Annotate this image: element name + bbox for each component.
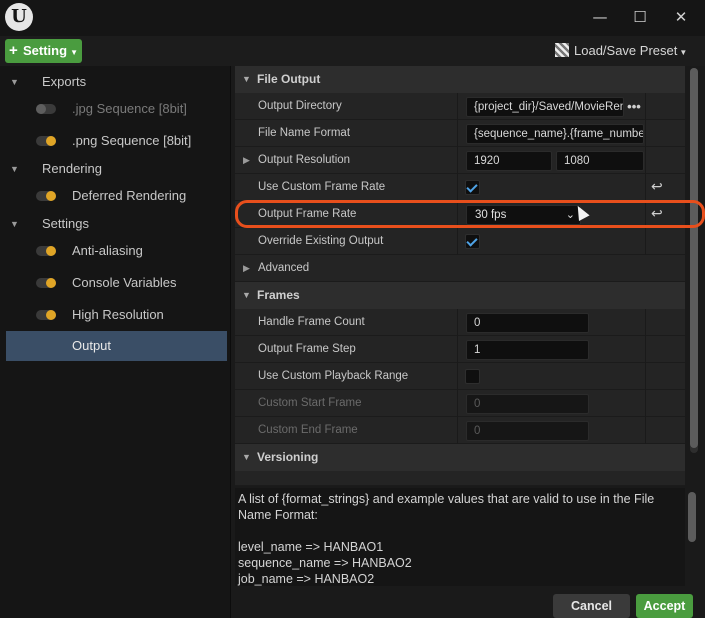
minimize-icon[interactable]: —: [587, 6, 613, 28]
enable-toggle[interactable]: [36, 310, 56, 320]
load-save-preset-button[interactable]: Load/Save Preset ▼: [555, 41, 687, 61]
toolbar: + Setting ▼ Load/Save Preset ▼: [0, 36, 705, 66]
accept-button[interactable]: Accept: [636, 594, 693, 618]
row-file-name-format: File Name Format {sequence_name}.{frame_…: [235, 120, 685, 147]
footer-bar: [235, 588, 705, 618]
category-rendering[interactable]: ▼ Rendering: [0, 155, 231, 183]
cancel-button[interactable]: Cancel: [553, 594, 630, 618]
caret-down-icon: ▼: [679, 48, 688, 57]
resolution-width-input[interactable]: 1920: [466, 151, 552, 171]
row-version-number-partial: [235, 471, 685, 486]
enable-toggle[interactable]: [36, 191, 56, 201]
row-output-directory: Output Directory {project_dir}/Saved/Mov…: [235, 93, 685, 120]
row-output-frame-rate: Output Frame Rate 30 fps ⌄ ↩: [235, 201, 685, 228]
output-frame-rate-dropdown[interactable]: 30 fps ⌄: [466, 205, 581, 225]
description-scrollbar[interactable]: [688, 492, 696, 542]
preset-icon: [555, 43, 569, 57]
reset-to-default-icon[interactable]: ↩: [651, 201, 665, 228]
reset-to-default-icon[interactable]: ↩: [651, 174, 665, 201]
collapse-arrow-icon: ▼: [242, 452, 251, 462]
enable-toggle[interactable]: [36, 246, 56, 256]
output-frame-step-input[interactable]: 1: [466, 340, 589, 360]
custom-start-frame-input: 0: [466, 394, 589, 414]
enable-toggle[interactable]: [36, 104, 56, 114]
expand-arrow-icon[interactable]: ▶: [243, 255, 250, 282]
row-override-existing-output: Override Existing Output: [235, 228, 685, 255]
plus-icon: +: [9, 42, 18, 59]
handle-frame-count-input[interactable]: 0: [466, 313, 589, 333]
expand-arrow-icon: ▼: [10, 219, 19, 229]
file-name-format-input[interactable]: {sequence_name}.{frame_number}: [466, 124, 644, 144]
override-existing-output-checkbox[interactable]: [465, 234, 480, 249]
category-exports[interactable]: ▼ Exports: [0, 68, 231, 96]
custom-end-frame-input: 0: [466, 421, 589, 441]
maximize-icon[interactable]: ☐: [627, 6, 653, 28]
sidebar-item-anti-aliasing[interactable]: Anti-aliasing: [6, 236, 227, 266]
browse-directory-button[interactable]: •••: [625, 97, 643, 117]
close-icon[interactable]: ✕: [668, 6, 694, 28]
collapse-arrow-icon: ▼: [242, 290, 251, 300]
settings-sidebar: ▼ Exports .jpg Sequence [8bit] .png Sequ…: [0, 66, 231, 618]
sidebar-item-output[interactable]: Output: [6, 331, 227, 361]
details-scrollbar[interactable]: [690, 68, 698, 453]
row-output-frame-step: Output Frame Step 1: [235, 336, 685, 363]
enable-toggle[interactable]: [36, 278, 56, 288]
resolution-height-input[interactable]: 1080: [556, 151, 644, 171]
description-box: A list of {format_strings} and example v…: [235, 488, 685, 586]
row-use-custom-playback-range: Use Custom Playback Range: [235, 363, 685, 390]
category-settings[interactable]: ▼ Settings: [0, 210, 231, 238]
enable-toggle[interactable]: [36, 136, 56, 146]
section-frames[interactable]: ▼ Frames: [235, 282, 685, 309]
expand-arrow-icon[interactable]: ▶: [243, 147, 250, 174]
sidebar-item-console-variables[interactable]: Console Variables: [6, 268, 227, 298]
add-setting-button[interactable]: + Setting ▼: [5, 39, 82, 63]
sidebar-item-deferred-rendering[interactable]: Deferred Rendering: [6, 181, 227, 211]
section-versioning[interactable]: ▼ Versioning: [235, 444, 685, 471]
expand-arrow-icon: ▼: [10, 77, 19, 87]
row-custom-start-frame: Custom Start Frame 0: [235, 390, 685, 417]
sidebar-item-high-resolution[interactable]: High Resolution: [6, 300, 227, 330]
row-use-custom-frame-rate: Use Custom Frame Rate ↩: [235, 174, 685, 201]
title-bar: U — ☐ ✕: [0, 0, 705, 36]
caret-down-icon: ▼: [70, 48, 78, 57]
expand-arrow-icon: ▼: [10, 164, 19, 174]
use-custom-playback-range-checkbox[interactable]: [465, 369, 480, 384]
row-handle-frame-count: Handle Frame Count 0: [235, 309, 685, 336]
output-directory-input[interactable]: {project_dir}/Saved/MovieRenders/: [466, 97, 624, 117]
collapse-arrow-icon: ▼: [242, 74, 251, 84]
sidebar-item-png-sequence[interactable]: .png Sequence [8bit]: [6, 126, 227, 156]
unreal-logo-icon: U: [5, 3, 33, 31]
row-output-resolution: ▶ Output Resolution 1920 1080: [235, 147, 685, 174]
section-file-output[interactable]: ▼ File Output: [235, 66, 685, 93]
row-advanced[interactable]: ▶ Advanced: [235, 255, 685, 282]
use-custom-frame-rate-checkbox[interactable]: [465, 180, 480, 195]
sidebar-item-jpg-sequence[interactable]: .jpg Sequence [8bit]: [6, 94, 227, 124]
row-custom-end-frame: Custom End Frame 0: [235, 417, 685, 444]
